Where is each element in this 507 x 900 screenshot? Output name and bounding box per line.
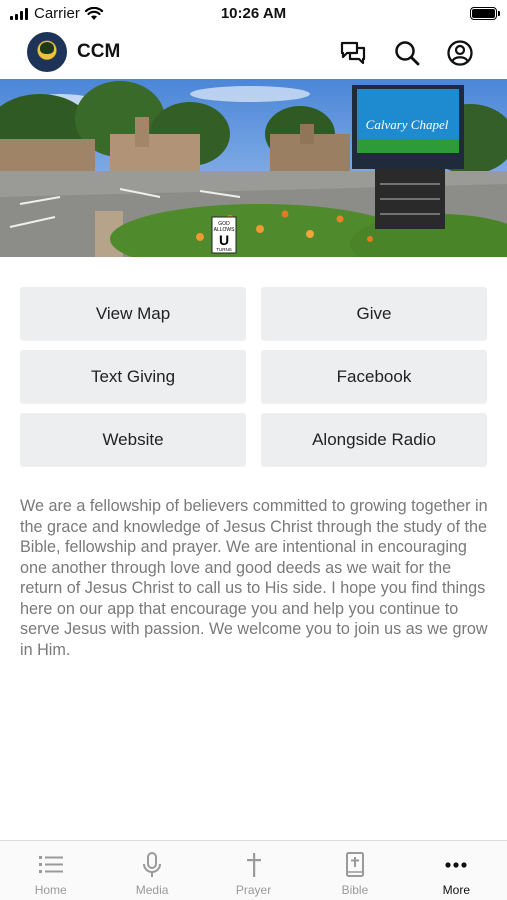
battery-icon (470, 7, 500, 20)
status-bar: Carrier 10:26 AM (0, 0, 507, 28)
text-giving-button[interactable]: Text Giving (20, 350, 246, 403)
tab-prayer-label: Prayer (235, 883, 272, 897)
small-sign-line3: U (219, 232, 229, 248)
banner-photo: GOD ALLOWS U TURNS Calvary Chapel (0, 79, 507, 257)
tab-bible[interactable]: Bible (304, 841, 405, 900)
tab-media-label: Media (135, 883, 169, 897)
microphone-icon (143, 852, 162, 877)
app-title: CCM (77, 41, 121, 62)
view-map-button[interactable]: View Map (20, 287, 246, 340)
status-time: 10:26 AM (220, 5, 287, 22)
church-sign-title: Calvary Chapel (366, 117, 449, 132)
tab-bible-label: Bible (341, 883, 369, 897)
facebook-button[interactable]: Facebook (261, 350, 487, 403)
bible-icon (345, 852, 364, 877)
small-sign-line4: TURNS (216, 247, 232, 252)
tab-more[interactable]: More (406, 841, 507, 900)
tab-home-label: Home (34, 883, 67, 897)
app-header: CCM (0, 30, 507, 76)
account-icon[interactable] (445, 38, 475, 68)
tab-media[interactable]: Media (101, 841, 202, 900)
tab-more-label: More (442, 883, 470, 897)
church-description: We are a fellowship of believers committ… (20, 497, 488, 659)
tab-prayer[interactable]: Prayer (203, 841, 304, 900)
tab-home[interactable]: Home (0, 841, 101, 900)
tab-bar: Home Media Prayer Bible More (0, 840, 507, 900)
website-button[interactable]: Website (20, 413, 246, 466)
cross-icon (246, 853, 261, 877)
more-icon (445, 862, 467, 868)
chat-icon[interactable] (338, 38, 368, 68)
search-icon[interactable] (392, 38, 422, 68)
church-logo (27, 32, 67, 72)
list-icon (38, 856, 63, 873)
action-buttons: View Map Give Text Giving Facebook Websi… (20, 287, 487, 466)
church-banner-image: GOD ALLOWS U TURNS Calvary Chapel (0, 79, 507, 257)
give-button[interactable]: Give (261, 287, 487, 340)
alongside-radio-button[interactable]: Alongside Radio (261, 413, 487, 466)
